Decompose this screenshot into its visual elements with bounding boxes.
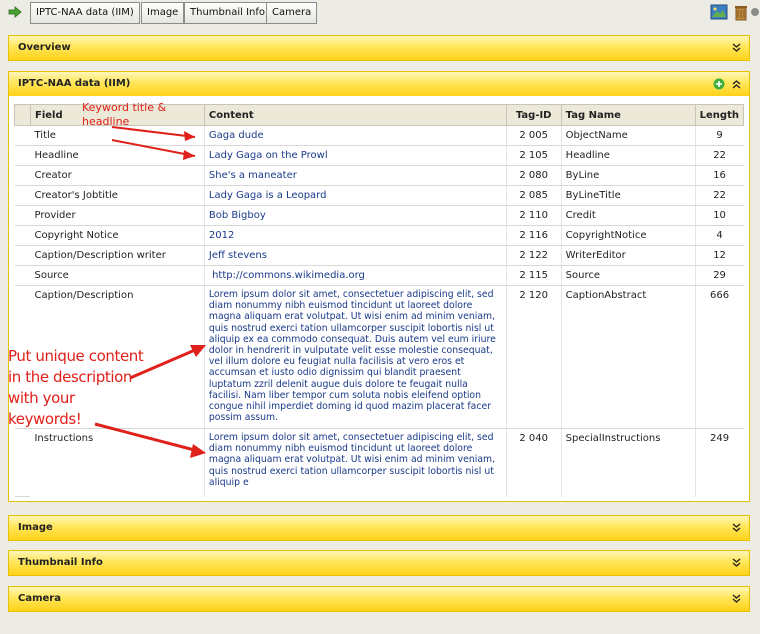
annotation-unique-note: Put unique content in the description wi… [8, 347, 144, 428]
panel-image-title: Image [18, 522, 53, 533]
chevron-down-icon[interactable] [732, 523, 741, 533]
panel-camera-title: Camera [18, 593, 61, 604]
chevron-down-icon[interactable] [732, 594, 741, 604]
panel-image[interactable]: Image [8, 515, 750, 541]
panel-camera[interactable]: Camera [8, 586, 750, 612]
chevron-down-icon[interactable] [732, 558, 741, 568]
panel-thumbnail-title: Thumbnail Info [18, 557, 103, 568]
panel-thumbnail-info[interactable]: Thumbnail Info [8, 550, 750, 576]
